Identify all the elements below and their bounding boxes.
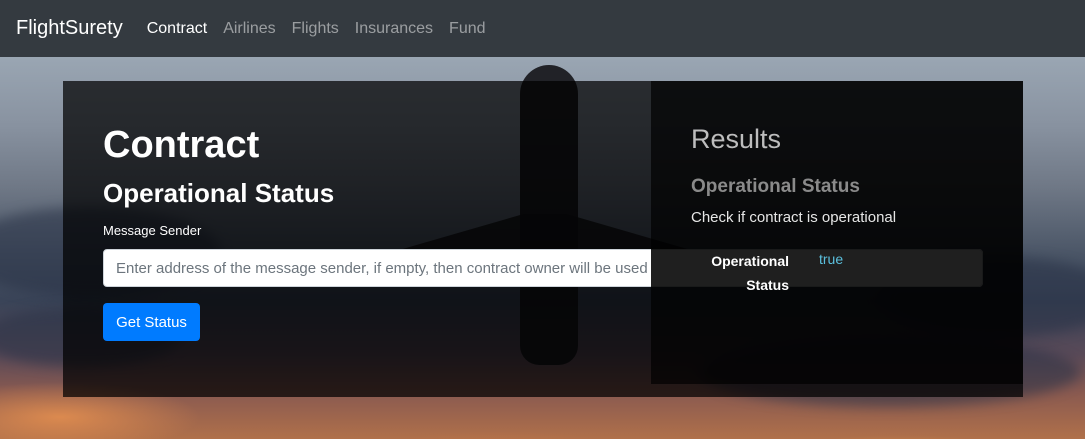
result-value: true [819, 251, 844, 267]
result-key: Operational Status [711, 253, 789, 293]
results-title: Results [691, 124, 782, 154]
results-section-title: Operational Status [691, 176, 860, 197]
nav-link-contract[interactable]: Contract [147, 20, 207, 38]
navbar: FlightSurety Contract Airlines Flights I… [0, 0, 1085, 57]
nav-link-flights[interactable]: Flights [292, 20, 339, 38]
message-sender-label: Message Sender [103, 223, 202, 238]
page-title: Contract [103, 124, 260, 166]
section-title: Operational Status [103, 178, 335, 208]
results-description: Check if contract is operational [691, 209, 897, 226]
nav-link-airlines[interactable]: Airlines [223, 20, 275, 38]
nav-link-fund[interactable]: Fund [449, 20, 485, 38]
brand-logo-link[interactable]: FlightSurety [16, 17, 123, 40]
get-status-button[interactable]: Get Status [103, 303, 200, 341]
nav-link-insurances[interactable]: Insurances [355, 20, 433, 38]
